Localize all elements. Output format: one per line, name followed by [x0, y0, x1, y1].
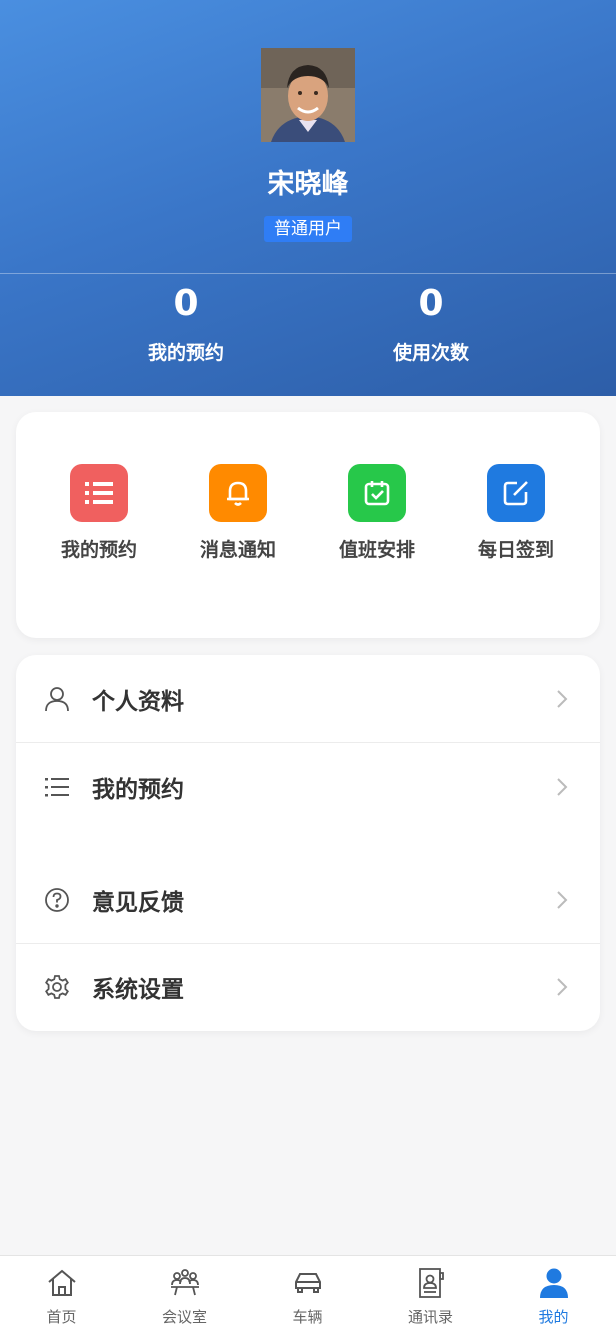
quick-action-duty-schedule[interactable]: 值班安排 — [327, 464, 427, 564]
car-icon — [294, 1273, 321, 1293]
contacts-icon — [418, 1268, 444, 1298]
user-name: 宋晓峰 — [267, 169, 349, 200]
stat-usage-value: 0 — [418, 283, 444, 324]
menu-item-label: 我的预约 — [92, 777, 184, 803]
home-icon — [47, 1269, 76, 1296]
quick-action-label: 每日签到 — [478, 539, 555, 561]
tab-label: 会议室 — [161, 1308, 207, 1326]
avatar[interactable] — [261, 48, 355, 142]
stat-bookings-value: 0 — [173, 283, 199, 324]
menu-item-feedback[interactable]: 意见反馈 — [16, 856, 600, 944]
bottom-tab-bar: 首页 会议室 车辆 通讯录 我的 — [0, 1255, 616, 1334]
tab-vehicles[interactable]: 车辆 — [246, 1266, 369, 1327]
question-icon — [45, 888, 69, 912]
list-icon — [45, 778, 69, 797]
quick-action-daily-checkin[interactable]: 每日签到 — [466, 464, 566, 564]
tab-label: 首页 — [46, 1308, 77, 1326]
tab-mine[interactable]: 我的 — [492, 1266, 615, 1327]
edit-icon — [487, 464, 545, 522]
stat-bookings[interactable]: 0 我的预约 — [86, 282, 286, 365]
user-icon — [45, 687, 69, 712]
calendar-check-icon — [348, 464, 406, 522]
tab-meeting-room[interactable]: 会议室 — [123, 1266, 246, 1327]
profile-header: 宋晓峰 普通用户 0 我的预约 0 使用次数 — [0, 0, 616, 396]
tab-label: 通讯录 — [407, 1308, 453, 1326]
quick-action-label: 消息通知 — [200, 539, 277, 561]
stat-usage[interactable]: 0 使用次数 — [331, 282, 531, 365]
quick-actions-card: 我的预约 消息通知 值班安排 每日签到 — [16, 412, 600, 638]
quick-action-label: 值班安排 — [339, 539, 416, 561]
tab-label: 我的 — [538, 1308, 569, 1326]
tab-label: 车辆 — [292, 1308, 323, 1326]
person-icon — [539, 1268, 568, 1298]
chevron-right-icon — [557, 891, 568, 909]
quick-action-label: 我的预约 — [61, 539, 138, 561]
stat-usage-label: 使用次数 — [392, 342, 469, 364]
tab-home[interactable]: 首页 — [0, 1266, 123, 1327]
meeting-room-icon — [170, 1269, 199, 1296]
bell-icon — [209, 464, 267, 522]
chevron-right-icon — [557, 978, 568, 996]
role-badge: 普通用户 — [264, 216, 352, 242]
menu-card: 个人资料 我的预约 意见反馈 系统设置 — [16, 655, 600, 1031]
menu-item-label: 系统设置 — [92, 977, 184, 1003]
quick-action-my-bookings[interactable]: 我的预约 — [49, 464, 149, 564]
menu-item-profile[interactable]: 个人资料 — [16, 655, 600, 743]
menu-item-label: 意见反馈 — [92, 890, 184, 916]
tab-contacts[interactable]: 通讯录 — [369, 1266, 492, 1327]
chevron-right-icon — [557, 690, 568, 708]
quick-action-notifications[interactable]: 消息通知 — [188, 464, 288, 564]
avatar-photo — [261, 48, 355, 142]
menu-item-settings[interactable]: 系统设置 — [16, 943, 600, 1031]
menu-item-label: 个人资料 — [92, 689, 184, 715]
menu-item-my-bookings[interactable]: 我的预约 — [16, 743, 600, 831]
stat-bookings-label: 我的预约 — [147, 342, 224, 364]
chevron-right-icon — [557, 778, 568, 796]
header-divider — [0, 273, 616, 274]
gear-icon — [45, 975, 69, 999]
list-icon — [70, 464, 128, 522]
